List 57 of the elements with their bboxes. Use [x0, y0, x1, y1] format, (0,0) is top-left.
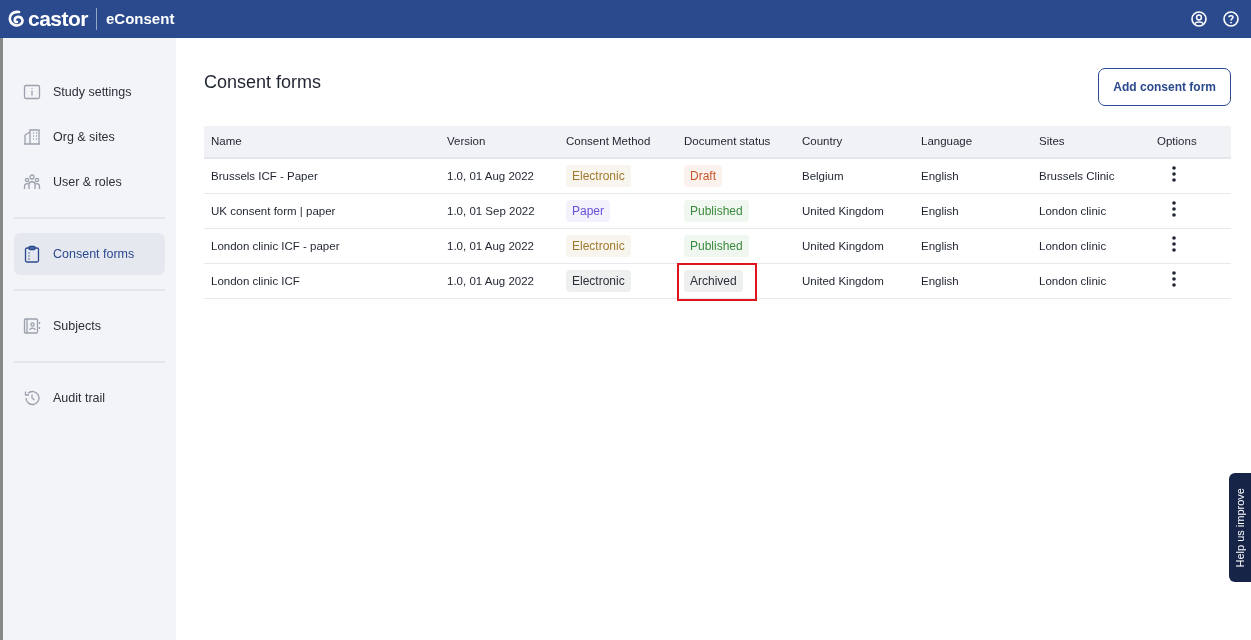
consent-method-tag: Electronic [566, 165, 631, 188]
contact-card-icon [23, 317, 41, 335]
page-title: Consent forms [204, 72, 322, 94]
sidebar-item[interactable]: Consent forms [14, 233, 165, 275]
status-tag: Draft [684, 165, 722, 188]
table-cell: London clinic [1032, 193, 1150, 229]
table-cell: UK consent form | paper [204, 193, 440, 229]
column-header: Version [440, 126, 559, 159]
table-cell: English [914, 158, 1032, 194]
sidebar-item[interactable]: User & roles [14, 161, 165, 203]
sidebar-item[interactable]: Audit trail [14, 377, 165, 419]
table-cell: Belgium [795, 158, 914, 194]
table-cell: United Kingdom [795, 263, 914, 299]
clipboard-icon [23, 245, 41, 263]
logo-icon [8, 10, 24, 28]
status-tag: Archived [684, 270, 743, 293]
info-icon [23, 83, 41, 101]
consent-method-tag: Electronic [566, 235, 631, 258]
column-header: Document status [677, 126, 795, 159]
logo-text: castor [28, 6, 89, 33]
table-cell: 1.0, 01 Aug 2022 [440, 158, 559, 194]
user-account-icon[interactable] [1191, 11, 1207, 27]
table-cell: 1.0, 01 Sep 2022 [440, 193, 559, 229]
table-cell: English [914, 263, 1032, 299]
table-cell: English [914, 193, 1032, 229]
status-tag: Published [684, 200, 749, 223]
table-cell: United Kingdom [795, 193, 914, 229]
feedback-tab[interactable]: Help us improve [1229, 473, 1251, 582]
consent-method-tag: Electronic [566, 270, 631, 293]
column-header: Country [795, 126, 914, 159]
column-header: Name [204, 126, 440, 159]
column-header: Consent Method [559, 126, 677, 159]
table-cell: Brussels Clinic [1032, 158, 1150, 194]
sidebar-item[interactable]: Study settings [14, 71, 165, 113]
column-header: Language [914, 126, 1032, 159]
column-header: Options [1150, 126, 1231, 159]
help-icon[interactable] [1223, 11, 1239, 27]
consent-method-tag: Paper [566, 200, 611, 223]
table-cell: London clinic [1032, 263, 1150, 299]
table-cell: 1.0, 01 Aug 2022 [440, 263, 559, 299]
table-cell: London clinic [1032, 228, 1150, 264]
table-cell: English [914, 228, 1032, 264]
column-header: Sites [1032, 126, 1150, 159]
sidebar-item[interactable]: Org & sites [14, 116, 165, 158]
table-cell: London clinic ICF [204, 263, 440, 299]
status-tag: Published [684, 235, 749, 258]
product-name: eConsent [96, 7, 175, 31]
table-cell: 1.0, 01 Aug 2022 [440, 228, 559, 264]
table-cell: London clinic ICF - paper [204, 228, 440, 264]
table-cell: Brussels ICF - Paper [204, 158, 440, 194]
history-icon [23, 389, 41, 407]
users-icon [23, 173, 41, 191]
table-cell: United Kingdom [795, 228, 914, 264]
sidebar-item[interactable]: Subjects [14, 305, 165, 347]
add-consent-form-button[interactable]: Add consent form [1098, 68, 1231, 106]
building-icon [23, 128, 41, 146]
feedback-label: Help us improve [1232, 487, 1247, 568]
